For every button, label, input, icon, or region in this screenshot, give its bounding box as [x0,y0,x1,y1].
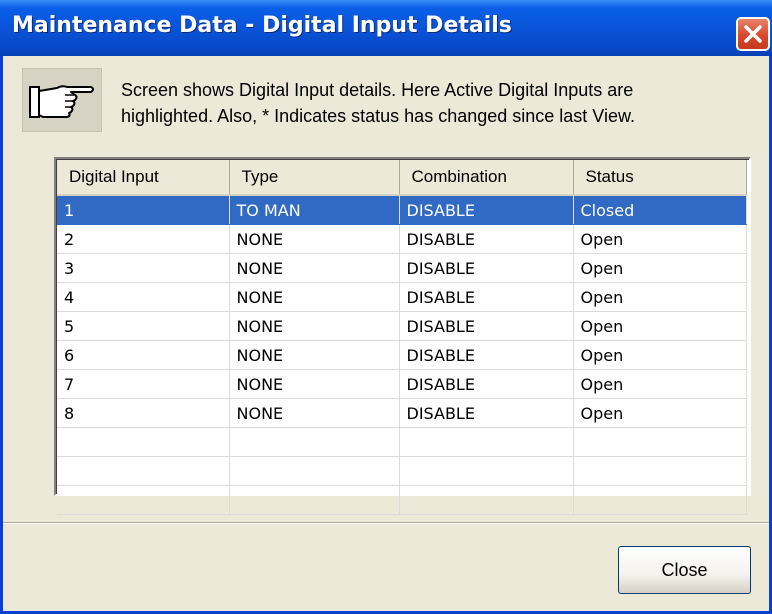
close-x-icon[interactable] [736,17,770,51]
table-header-row: Digital Input Type Combination Status [57,160,747,196]
cell-combination: DISABLE [399,340,574,370]
table-row[interactable]: 6 NONE DISABLE Open [57,340,747,370]
pointing-hand-icon [22,68,102,132]
cell-type: NONE [229,282,400,312]
cell-input: 8 [57,398,230,428]
empty-row [57,427,747,457]
empty-cell [573,456,747,486]
cell-combination: DISABLE [399,398,574,428]
table-row[interactable]: 5 NONE DISABLE Open [57,311,747,341]
window-title: Maintenance Data - Digital Input Details [12,13,512,38]
cell-input: 6 [57,340,230,370]
cell-status: Open [573,369,747,399]
cell-status: Open [573,340,747,370]
intro-text-line-1: Screen shows Digital Input details. Here… [121,80,634,100]
cell-status: Closed [573,195,747,225]
cell-type: NONE [229,311,400,341]
separator-line [3,522,769,524]
cell-type: NONE [229,224,400,254]
cell-input: 1 [57,195,230,225]
empty-cell [573,427,747,457]
cell-type: NONE [229,398,400,428]
empty-cell [57,456,230,486]
cell-input: 4 [57,282,230,312]
empty-cell [229,485,400,515]
empty-cell [399,485,574,515]
cell-combination: DISABLE [399,282,574,312]
cell-status: Open [573,311,747,341]
empty-cell [229,456,400,486]
dialog-window: Maintenance Data - Digital Input Details… [0,0,772,614]
cell-input: 2 [57,224,230,254]
title-bar[interactable]: Maintenance Data - Digital Input Details [0,0,772,56]
empty-cell [399,456,574,486]
cell-combination: DISABLE [399,253,574,283]
table-row[interactable]: 4 NONE DISABLE Open [57,282,747,312]
cell-status: Open [573,224,747,254]
cell-status: Open [573,253,747,283]
cell-combination: DISABLE [399,195,574,225]
column-header-status[interactable]: Status [573,160,747,196]
cell-type: NONE [229,369,400,399]
digital-input-list[interactable]: Digital Input Type Combination Status 1T… [54,157,751,515]
table-row[interactable]: 7 NONE DISABLE Open [57,369,747,399]
empty-cell [399,427,574,457]
empty-cell [573,485,747,515]
column-header-combination[interactable]: Combination [399,160,574,196]
table-row[interactable]: 1 TO MAN DISABLE Closed [57,195,747,225]
cell-type: NONE [229,340,400,370]
close-button[interactable]: Close [618,546,751,594]
empty-row [57,456,747,486]
empty-cell [229,427,400,457]
intro-text-line-2: highlighted. Also, * Indicates status ha… [121,106,635,126]
cell-input: 5 [57,311,230,341]
table-row[interactable]: 2 NONE DISABLE Open [57,224,747,254]
cell-status: Open [573,282,747,312]
cell-combination: DISABLE [399,369,574,399]
cell-status: Open [573,398,747,428]
table-row[interactable]: 8 NONE DISABLE Open [57,398,747,428]
table-row[interactable]: 3 NONE DISABLE Open [57,253,747,283]
cell-input: 7 [57,369,230,399]
cell-type: NONE [229,253,400,283]
empty-cell [57,485,230,515]
cell-type: TO MAN [229,195,400,225]
empty-cell [57,427,230,457]
column-header-type[interactable]: Type [229,160,400,196]
cell-combination: DISABLE [399,311,574,341]
cell-input: 3 [57,253,230,283]
empty-row [57,485,747,515]
column-header-digital-input[interactable]: Digital Input [57,160,230,196]
cell-combination: DISABLE [399,224,574,254]
